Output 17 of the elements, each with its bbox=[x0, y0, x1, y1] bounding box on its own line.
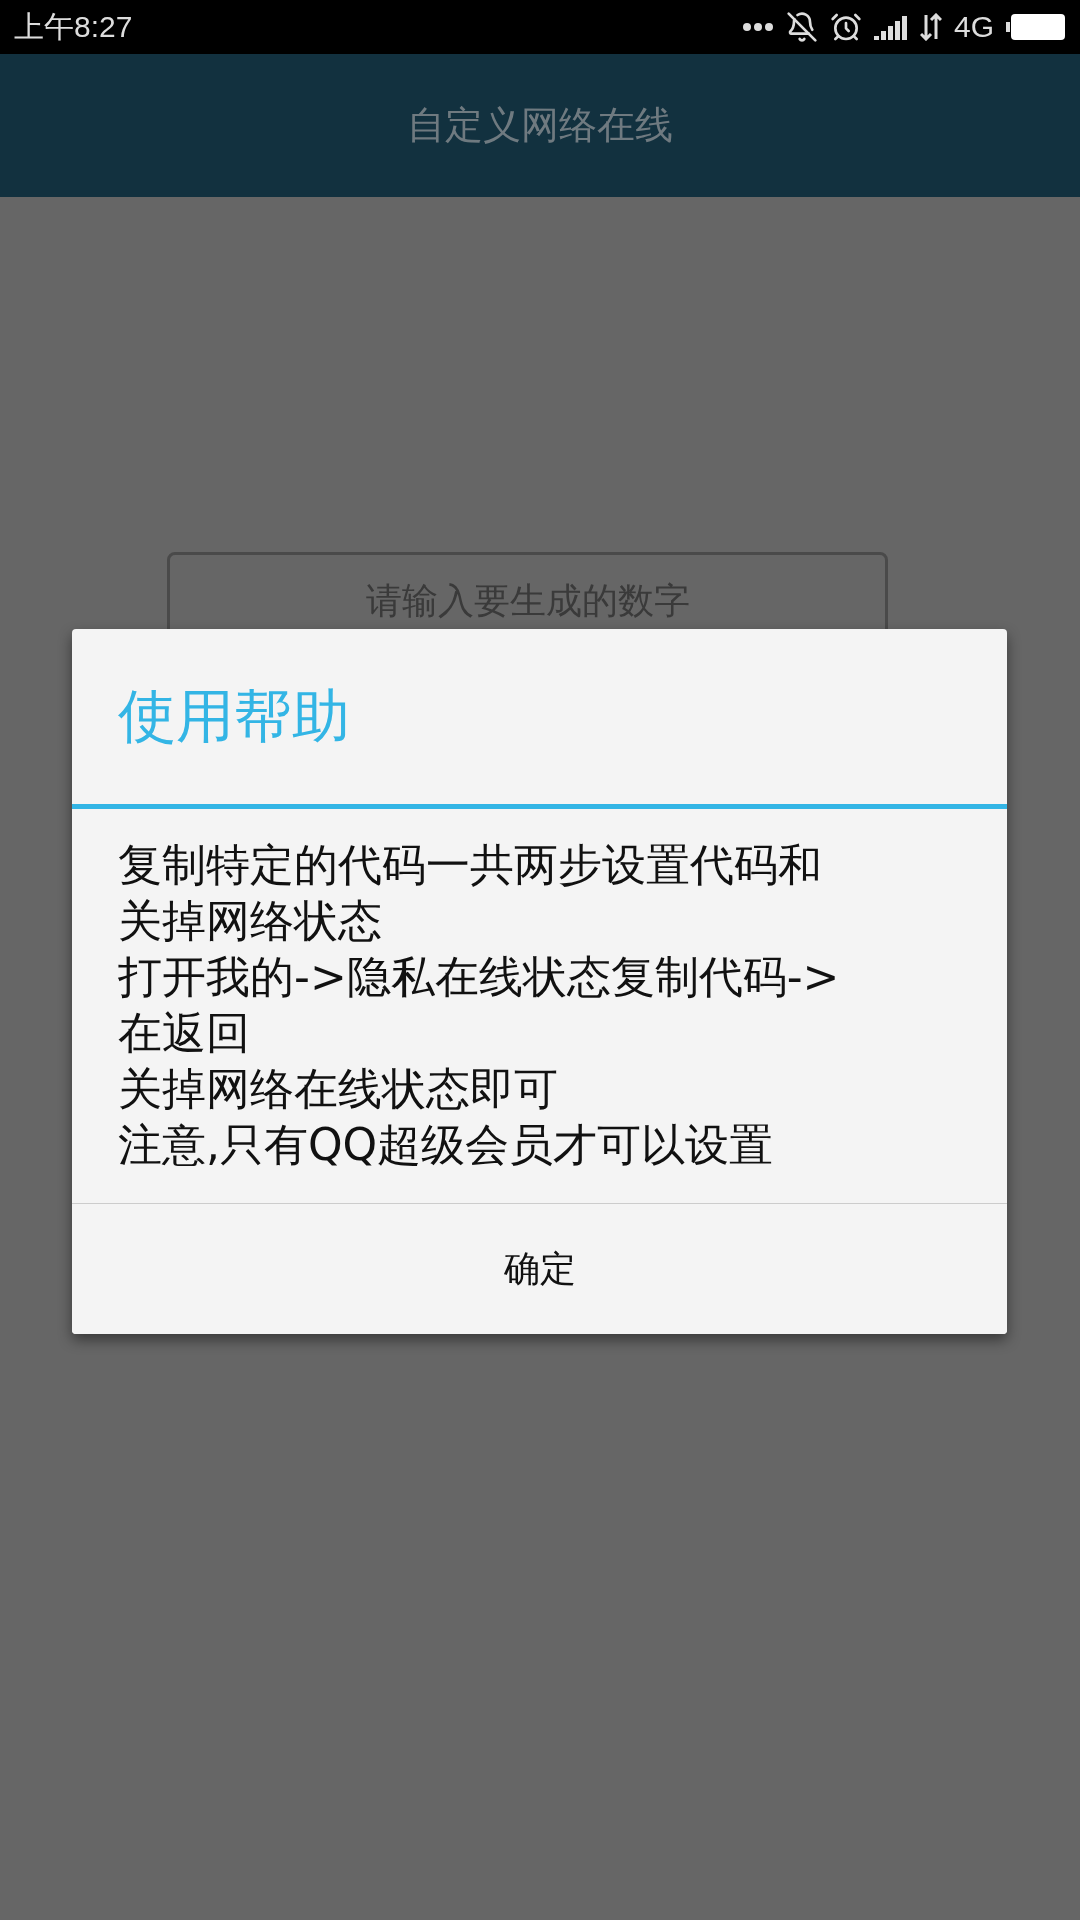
data-arrows-icon bbox=[919, 13, 942, 41]
help-text-line: 在返回 bbox=[118, 1006, 251, 1060]
help-text-line: 注意,只有QQ超级会员才可以设置 bbox=[118, 1118, 775, 1172]
alarm-icon bbox=[829, 11, 862, 43]
help-text-line: 关掉网络在线状态即可 bbox=[118, 1062, 559, 1116]
status-time: 上午8:27 bbox=[14, 8, 133, 45]
network-type: 4G bbox=[953, 10, 994, 44]
help-text-line: 关掉网络状态 bbox=[118, 894, 383, 948]
confirm-button[interactable]: 确定 bbox=[72, 1204, 1007, 1334]
dialog-title: 使用帮助 bbox=[72, 629, 1007, 809]
help-text-line: 复制特定的代码一共两步设置代码和 bbox=[118, 838, 823, 892]
help-text-line: 打开我的->隐私在线状态复制代码-> bbox=[118, 950, 841, 1004]
signal-icon bbox=[873, 14, 908, 40]
more-icon bbox=[741, 22, 774, 32]
battery-icon bbox=[1006, 13, 1066, 41]
mute-icon bbox=[785, 11, 818, 43]
app-title: 自定义网络在线 bbox=[407, 102, 673, 149]
